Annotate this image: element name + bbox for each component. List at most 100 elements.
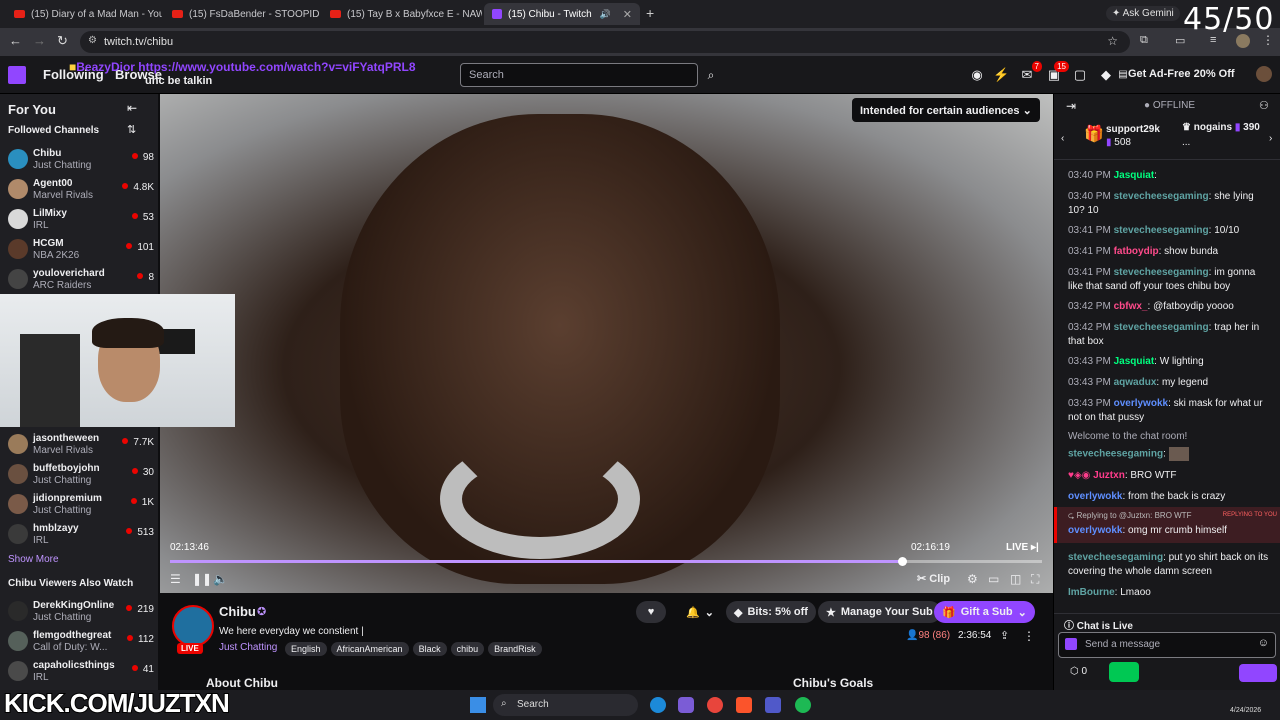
sidebar-channel-buffetboyjohn[interactable]: buffetboyjohn Just Chatting 30 bbox=[8, 461, 154, 491]
collapse-chat-icon[interactable]: ⇥ bbox=[1066, 99, 1076, 113]
gift-sub-button[interactable]: 🎁 Gift a Sub ⌄ bbox=[934, 601, 1035, 623]
tag[interactable]: BrandRisk bbox=[488, 642, 542, 656]
theatre-mode-icon[interactable]: ▭ bbox=[988, 572, 999, 586]
sidebar-channel-hmblzayy[interactable]: hmblzayy IRL 513 bbox=[8, 521, 154, 551]
sidebar-channel-hcgm[interactable]: HCGM NBA 2K26 101 bbox=[8, 236, 154, 266]
browser-tab-4[interactable]: (15) Chibu - Twitch 🔊 ✕ bbox=[484, 3, 640, 25]
close-icon[interactable]: ✕ bbox=[623, 8, 632, 21]
edge-icon[interactable] bbox=[650, 697, 666, 713]
chat-username[interactable]: stevecheesegaming bbox=[1114, 225, 1209, 236]
live-button[interactable]: LIVE ▸| bbox=[1006, 542, 1039, 553]
chat-username[interactable]: stevecheesegaming bbox=[1114, 267, 1209, 278]
bookmark-star-icon[interactable]: ☆ bbox=[1107, 34, 1118, 48]
sidebar-channel-chibu[interactable]: Chibu Just Chatting 98 bbox=[8, 146, 154, 176]
sidebar-channel-lilmixy[interactable]: LilMixy IRL 53 bbox=[8, 206, 154, 236]
chevron-right-icon[interactable]: › bbox=[1269, 133, 1272, 144]
chat-username[interactable]: Jasquiat bbox=[1114, 356, 1155, 367]
chat-username[interactable]: Jasquiat bbox=[1114, 170, 1155, 181]
twitch-logo-icon[interactable] bbox=[8, 66, 26, 84]
chevron-left-icon[interactable]: ‹ bbox=[1061, 133, 1064, 144]
chat-username[interactable]: cbfwx_ bbox=[1114, 301, 1148, 312]
show-more-link[interactable]: Show More bbox=[8, 554, 59, 565]
sidebar-channel-derekkingonline[interactable]: DerekKingOnline Just Chatting 219 bbox=[8, 598, 154, 628]
settings-icon[interactable]: ⚙ bbox=[967, 572, 978, 586]
sort-icon[interactable]: ⇅ bbox=[127, 123, 136, 136]
community-icon[interactable]: ⚇ bbox=[1259, 99, 1269, 112]
prime-crown-icon[interactable]: ◉ bbox=[970, 68, 984, 82]
chrome-icon[interactable] bbox=[707, 697, 723, 713]
windows-start-icon[interactable] bbox=[470, 697, 486, 713]
audience-dropdown[interactable]: Intended for certain audiences ⌄ bbox=[852, 98, 1040, 122]
share-icon[interactable]: ⇪ bbox=[1000, 629, 1009, 642]
ad-free-button[interactable]: Get Ad-Free 20% Off bbox=[1128, 68, 1235, 80]
sidebar-channel-youloverichard[interactable]: youloverichard ARC Raiders 8 bbox=[8, 266, 154, 296]
clip-button[interactable]: ✂ Clip bbox=[917, 572, 950, 585]
site-info-icon[interactable]: ⚙ bbox=[88, 35, 97, 46]
chat-username[interactable]: stevecheesegaming bbox=[1114, 322, 1209, 333]
back-icon[interactable]: ← bbox=[9, 33, 22, 48]
reload-icon[interactable]: ↻ bbox=[57, 33, 68, 49]
collapse-sidebar-icon[interactable]: ⇤ bbox=[127, 101, 137, 115]
gifter-name[interactable]: support29k bbox=[1106, 124, 1160, 135]
speaker-icon[interactable]: 🔊 bbox=[600, 9, 611, 20]
sidebar-channel-agent00[interactable]: Agent00 Marvel Rivals 4.8K bbox=[8, 176, 154, 206]
chat-username[interactable]: overlywokk bbox=[1114, 398, 1168, 409]
seek-handle[interactable] bbox=[898, 557, 908, 566]
address-bar[interactable]: ⚙ twitch.tv/chibu ☆ bbox=[80, 31, 1130, 53]
chat-badge-icon bbox=[1065, 638, 1077, 650]
bits-icon[interactable]: ◆ bbox=[1099, 68, 1113, 82]
browser-tab-1[interactable]: (15) Diary of a Mad Man - YouT✕ bbox=[6, 3, 162, 25]
extensions-icon[interactable]: ⧉ bbox=[1140, 34, 1148, 47]
tag[interactable]: English bbox=[285, 642, 327, 656]
claim-bonus-button[interactable] bbox=[1109, 662, 1139, 682]
pause-icon[interactable]: ❚❚ bbox=[192, 572, 212, 586]
ask-gemini-button[interactable]: ✦ Ask Gemini bbox=[1106, 6, 1180, 21]
teams-icon[interactable] bbox=[765, 697, 781, 713]
sidebar-channel-jasontheween[interactable]: jasontheween Marvel Rivals 7.7K bbox=[8, 431, 154, 461]
seek-bar[interactable] bbox=[170, 560, 1042, 563]
new-tab-icon[interactable]: + bbox=[646, 5, 654, 21]
taskbar-search[interactable]: ⌕ Search bbox=[493, 694, 638, 716]
browser-tab-2[interactable]: (15) FsDaBender - STOOPID (Of✕ bbox=[164, 3, 320, 25]
fullscreen-icon[interactable]: ⛶ bbox=[1031, 572, 1039, 587]
drops-icon[interactable]: ⚡ bbox=[993, 68, 1009, 82]
manage-sub-button[interactable]: ★ Manage Your Sub bbox=[818, 601, 941, 623]
sidebar-channel-flemgodthegreat[interactable]: flemgodthegreat Call of Duty: W... 112 bbox=[8, 628, 154, 658]
chat-button[interactable] bbox=[1239, 664, 1277, 682]
follow-button[interactable]: ♥ bbox=[636, 601, 666, 623]
tag[interactable]: Black bbox=[412, 642, 447, 656]
chat-input[interactable]: Send a message ☺ bbox=[1058, 632, 1276, 658]
browser-tab-3[interactable]: (15) Tay B x Babyfxce E - NAWl✕ bbox=[322, 3, 482, 25]
streamer-name[interactable]: Chibu bbox=[219, 604, 256, 619]
more-options-icon[interactable]: ⋮ bbox=[1023, 629, 1035, 643]
chat-username[interactable]: fatboydip bbox=[1114, 246, 1159, 257]
chapters-icon[interactable]: ☰ bbox=[170, 572, 181, 586]
chat-message: 03:41 PM fatboydip: show bunda bbox=[1068, 246, 1219, 257]
tag[interactable]: chibu bbox=[450, 642, 485, 656]
whispers-icon[interactable]: ▢ bbox=[1073, 68, 1087, 82]
forward-icon[interactable]: → bbox=[33, 33, 46, 48]
chat-username[interactable]: stevecheesegaming bbox=[1114, 191, 1209, 202]
brave-icon[interactable] bbox=[736, 697, 752, 713]
spotify-icon[interactable] bbox=[795, 697, 811, 713]
volume-icon[interactable]: 🔈 bbox=[213, 572, 228, 586]
emote-picker-icon[interactable]: ☺ bbox=[1258, 637, 1269, 649]
notifications-icon[interactable]: ▣ 15 bbox=[1047, 61, 1069, 82]
channel-points[interactable]: ⬡ 0 bbox=[1070, 666, 1087, 677]
streamer-avatar[interactable] bbox=[172, 605, 214, 647]
sidebar-channel-jidionpremium[interactable]: jidionpremium Just Chatting 1K bbox=[8, 491, 154, 521]
inbox-icon[interactable]: ✉ 7 bbox=[1020, 61, 1042, 82]
notification-toggle[interactable]: 🔔 ⌄ bbox=[678, 601, 722, 623]
video-player[interactable]: Intended for certain audiences ⌄ 02:13:4… bbox=[160, 94, 1053, 593]
user-avatar[interactable] bbox=[1256, 66, 1272, 82]
search-button[interactable]: ⌕ bbox=[700, 63, 722, 87]
chat-username[interactable]: aqwadux bbox=[1114, 377, 1157, 388]
tag[interactable]: AfricanAmerican bbox=[330, 642, 409, 656]
gifter-name[interactable]: ♛ nogains ▮ 390 bbox=[1182, 122, 1260, 133]
search-input[interactable]: Search bbox=[460, 63, 698, 87]
bits-button[interactable]: ◆ Bits: 5% off bbox=[726, 601, 816, 623]
copilot-icon[interactable] bbox=[678, 697, 694, 713]
sidebar-toggle-icon[interactable]: ◫ bbox=[1010, 572, 1021, 586]
category-link[interactable]: Just Chatting bbox=[219, 642, 277, 653]
sidebar-channel-capaholicsthings[interactable]: capaholicsthings IRL 41 bbox=[8, 658, 154, 688]
